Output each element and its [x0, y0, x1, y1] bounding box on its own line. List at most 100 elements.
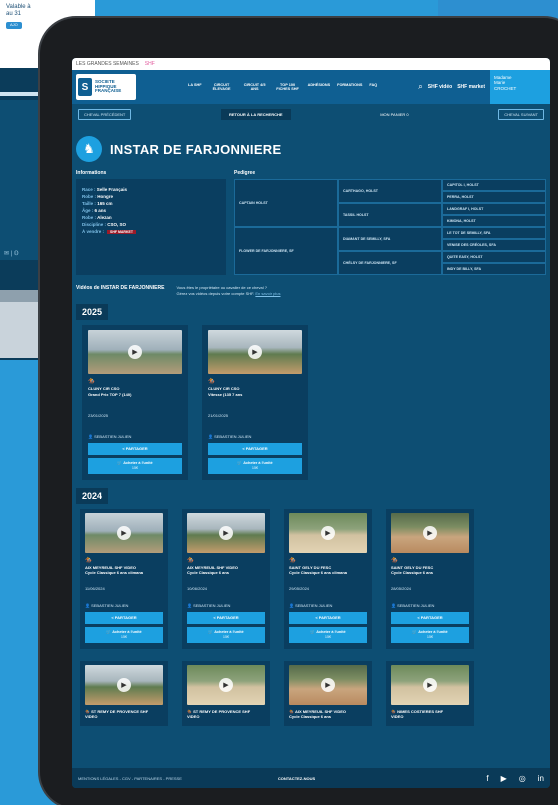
- share-button[interactable]: < PARTAGER: [88, 442, 182, 455]
- rider: 👤 SEBASTIEN JULIEN: [85, 603, 163, 608]
- event-class: Vitesse (135 7 ans: [208, 391, 243, 397]
- account-line: CROCHET: [494, 85, 517, 91]
- share-button[interactable]: < PARTAGER: [208, 442, 302, 455]
- play-icon[interactable]: ▶: [321, 677, 335, 692]
- video-date: 29/05/2024: [289, 585, 310, 591]
- learn-more-link[interactable]: En savoir plus: [255, 291, 280, 296]
- video-thumbnail[interactable]: ▶: [289, 664, 367, 705]
- nav-item-adhesions[interactable]: ADHÉSIONS: [308, 83, 331, 92]
- play-icon[interactable]: ▶: [117, 525, 131, 540]
- next-horse-button[interactable]: CHEVAL SUIVANT: [498, 108, 544, 120]
- info-value: CSO, SO: [107, 221, 127, 227]
- footer-links[interactable]: MENTIONS LÉGALES - CGV - PARTENAIRES - P…: [78, 776, 182, 781]
- video-date: 28/05/2024: [391, 585, 412, 591]
- pedigree-ggs[interactable]: INDY DE BILLY, SFA: [442, 263, 546, 275]
- pedigree-ggs[interactable]: QUITE EASY, HOLST: [442, 251, 546, 263]
- background-card-right: [438, 0, 558, 20]
- laptop-text: Valable à: [6, 4, 31, 10]
- buy-label: Acheter à l'unité: [214, 630, 244, 635]
- video-thumbnail[interactable]: ▶: [187, 664, 265, 705]
- shf-logo[interactable]: S SOCIETE HIPPIQUE FRANÇAISE: [76, 74, 136, 100]
- video-thumbnail[interactable]: ▶: [85, 664, 163, 705]
- account-menu[interactable]: Madame Marie CROCHET: [490, 70, 550, 104]
- nav-item-circuit-45[interactable]: CIRCUIT 4/5 ANS: [242, 83, 268, 92]
- pedigree-dam[interactable]: FLOWER DE FARJONNIERE, SF: [234, 227, 338, 275]
- video-thumbnail[interactable]: ▶: [391, 512, 469, 553]
- pedigree-ggs[interactable]: KIMONA, HOLST: [442, 215, 546, 227]
- video-thumbnail[interactable]: ▶: [187, 512, 265, 553]
- cart-link[interactable]: MON PANIER 0: [380, 112, 408, 117]
- nav-item-circuit-elevage[interactable]: CIRCUIT ÉLEVAGE: [209, 83, 235, 92]
- buy-button[interactable]: 🛒 Acheter à l'unité 15€: [187, 626, 265, 643]
- pedigree-ggs[interactable]: PERRA, HOLST: [442, 191, 546, 203]
- pedigree-gs[interactable]: CARTHAGO, HOLST: [338, 179, 442, 203]
- pedigree-ggs[interactable]: CAPITOL I, HOLST: [442, 179, 546, 191]
- play-icon[interactable]: ▶: [423, 525, 437, 540]
- instagram-icon[interactable]: ◎: [519, 774, 526, 783]
- social-links: f ▶ ◎ in: [486, 774, 544, 783]
- pedigree-sire[interactable]: CAPTAIN HOLST: [234, 179, 338, 227]
- buy-price: 15€: [426, 634, 434, 639]
- grandes-semaines-logo[interactable]: LES GRANDES SEMAINES: [76, 61, 139, 67]
- event-class: Grand Prix TOP 7 (140): [88, 391, 132, 397]
- info-key: Discipline :: [82, 221, 107, 227]
- main-nav: S SOCIETE HIPPIQUE FRANÇAISE LA SHF CIRC…: [72, 70, 550, 104]
- pedigree-gs[interactable]: CHÉLSY DE FARJONNIERE, SF: [338, 251, 442, 275]
- buy-label: Acheter à l'unité: [112, 630, 142, 635]
- video-thumbnail[interactable]: ▶: [85, 512, 163, 553]
- nav-item-formations[interactable]: FORMATIONS: [337, 83, 362, 92]
- shf-market-badge[interactable]: SHF MARKET: [107, 229, 136, 234]
- pedigree-gs[interactable]: DIAMANT DE SEMILLY, SFA: [338, 227, 442, 251]
- event-name: ST REMY DE PROVENCE SHF: [91, 708, 149, 714]
- prev-horse-button[interactable]: CHEVAL PRÉCÉDENT: [78, 108, 132, 120]
- info-value: 165 cm: [97, 200, 113, 206]
- buy-button[interactable]: 🛒 Acheter à l'unité 15€: [88, 457, 182, 474]
- nav-item-la-shf[interactable]: LA SHF: [188, 83, 202, 92]
- pedigree-ggs[interactable]: LE TOT DE SEMILLY, SFA: [442, 227, 546, 239]
- back-to-search-button[interactable]: RETOUR À LA RECHERCHE: [221, 108, 291, 120]
- buy-button[interactable]: 🛒 Acheter à l'unité 15€: [391, 626, 469, 643]
- share-button[interactable]: < PARTAGER: [187, 611, 265, 624]
- share-button[interactable]: < PARTAGER: [289, 611, 367, 624]
- nav-item-faq[interactable]: FAQ: [369, 83, 377, 92]
- video-card: ▶ 🏇 SAINT GELY DU FESC Cycle Classique 6 …: [386, 508, 474, 649]
- pedigree-ggs[interactable]: LANDGRAF I, HOLST: [442, 203, 546, 215]
- shf-mini-logo: SHF: [144, 61, 155, 67]
- share-button[interactable]: < PARTAGER: [391, 611, 469, 624]
- play-icon[interactable]: ▶: [219, 677, 233, 692]
- sub-bar: CHEVAL PRÉCÉDENT RETOUR À LA RECHERCHE M…: [72, 104, 550, 124]
- laptop-button: AJO: [6, 22, 22, 30]
- play-icon[interactable]: ▶: [423, 677, 437, 692]
- nav-item-top100[interactable]: TOP 100 FICHES SHF: [275, 83, 301, 92]
- video-thumbnail[interactable]: ▶: [88, 330, 182, 375]
- play-icon[interactable]: ▶: [128, 345, 142, 360]
- play-icon[interactable]: ▶: [117, 677, 131, 692]
- video-thumbnail[interactable]: ▶: [391, 664, 469, 705]
- facebook-icon[interactable]: f: [486, 774, 488, 783]
- contact-link[interactable]: CONTACTEZ-NOUS: [278, 776, 315, 781]
- event-name: AIX MEYREUIL SHF VIDEO: [294, 708, 346, 714]
- play-icon[interactable]: ▶: [321, 525, 335, 540]
- play-icon[interactable]: ▶: [248, 345, 262, 360]
- pedigree-ggs[interactable]: VENISE DES CRÉOLES, SFA: [442, 239, 546, 251]
- shf-market-link[interactable]: SHF market: [457, 84, 485, 90]
- event-class: Cycle Classique 6 ans climana: [289, 570, 348, 576]
- pedigree-gs[interactable]: TASSIL HOLST: [338, 203, 442, 227]
- buy-button[interactable]: 🛒 Acheter à l'unité 15€: [289, 626, 367, 643]
- video-thumbnail[interactable]: ▶: [208, 330, 302, 375]
- video-date: 21/01/2025: [208, 412, 229, 418]
- shf-video-link[interactable]: SHF vidéo: [428, 84, 452, 90]
- buy-button[interactable]: 🛒 Acheter à l'unité 15€: [208, 457, 302, 474]
- share-button[interactable]: < PARTAGER: [85, 611, 163, 624]
- search-icon[interactable]: ⌕: [418, 82, 422, 92]
- youtube-icon[interactable]: ▶: [501, 774, 507, 783]
- buy-button[interactable]: 🛒 Acheter à l'unité 15€: [85, 626, 163, 643]
- pedigree-table: CAPTAIN HOLST FLOWER DE FARJONNIERE, SF …: [234, 179, 546, 275]
- info-value: Hongre: [97, 193, 114, 199]
- play-icon[interactable]: ▶: [219, 525, 233, 540]
- event-class: VIDEO: [187, 714, 200, 720]
- video-date: 23/01/2025: [88, 412, 109, 418]
- linkedin-icon[interactable]: in: [538, 774, 544, 783]
- video-thumbnail[interactable]: ▶: [289, 512, 367, 553]
- horse-head-icon: ♞: [76, 136, 102, 162]
